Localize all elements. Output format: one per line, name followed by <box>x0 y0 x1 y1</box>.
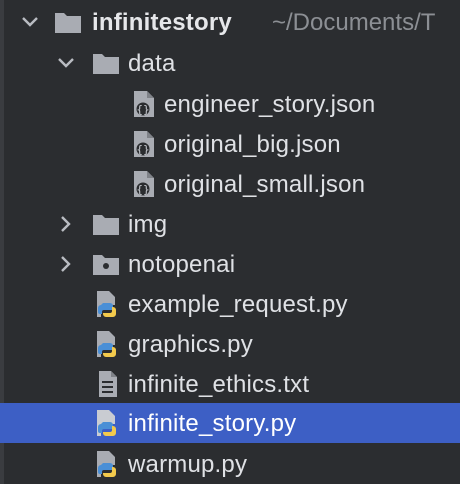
python-file-icon <box>94 450 122 478</box>
folder-icon <box>54 8 82 36</box>
project-tree: infinitestory ~/Documents/T data {} engi… <box>0 0 460 484</box>
file-label: warmup.py <box>128 451 248 478</box>
file-label: original_big.json <box>164 131 341 158</box>
json-file-icon: {} <box>130 90 158 118</box>
tree-row-python-file[interactable]: warmup.py <box>0 444 460 484</box>
chevron-right-icon[interactable] <box>56 254 76 274</box>
python-file-icon <box>94 409 122 437</box>
package-folder-icon <box>92 250 120 278</box>
tree-row-text-file[interactable]: infinite_ethics.txt <box>0 364 460 404</box>
folder-icon <box>92 49 120 77</box>
folder-label-notopenai: notopenai <box>128 251 236 278</box>
tree-row-json-file[interactable]: {} original_big.json <box>0 124 460 164</box>
file-label: graphics.py <box>128 331 253 358</box>
file-label: infinite_story.py <box>128 410 297 437</box>
chevron-right-icon[interactable] <box>56 214 76 234</box>
tree-row-folder-notopenai[interactable]: notopenai <box>0 244 460 284</box>
project-path: ~/Documents/T <box>272 9 436 36</box>
chevron-down-icon[interactable] <box>56 53 76 73</box>
tree-row-folder-data[interactable]: data <box>0 43 460 83</box>
tree-row-folder-img[interactable]: img <box>0 204 460 244</box>
json-file-icon: {} <box>130 170 158 198</box>
chevron-down-icon[interactable] <box>20 12 40 32</box>
tree-row-project-root[interactable]: infinitestory ~/Documents/T <box>0 2 460 42</box>
tree-row-json-file[interactable]: {} engineer_story.json <box>0 84 460 124</box>
folder-icon <box>92 210 120 238</box>
folder-label-data: data <box>128 50 176 77</box>
text-file-icon <box>94 370 122 398</box>
python-file-icon <box>94 330 122 358</box>
file-label: engineer_story.json <box>164 91 376 118</box>
file-label: original_small.json <box>164 171 366 198</box>
json-file-icon: {} <box>130 130 158 158</box>
file-label: infinite_ethics.txt <box>128 371 310 398</box>
svg-text:{}: {} <box>136 183 149 196</box>
python-file-icon <box>94 290 122 318</box>
svg-text:{}: {} <box>136 143 149 156</box>
project-name: infinitestory <box>92 9 232 36</box>
tree-row-python-file[interactable]: graphics.py <box>0 324 460 364</box>
tree-row-python-file[interactable]: example_request.py <box>0 284 460 324</box>
tree-row-python-file-selected[interactable]: infinite_story.py <box>0 403 460 443</box>
file-label: example_request.py <box>128 291 348 318</box>
tree-row-json-file[interactable]: {} original_small.json <box>0 164 460 204</box>
folder-label-img: img <box>128 211 168 238</box>
svg-text:{}: {} <box>136 103 149 116</box>
